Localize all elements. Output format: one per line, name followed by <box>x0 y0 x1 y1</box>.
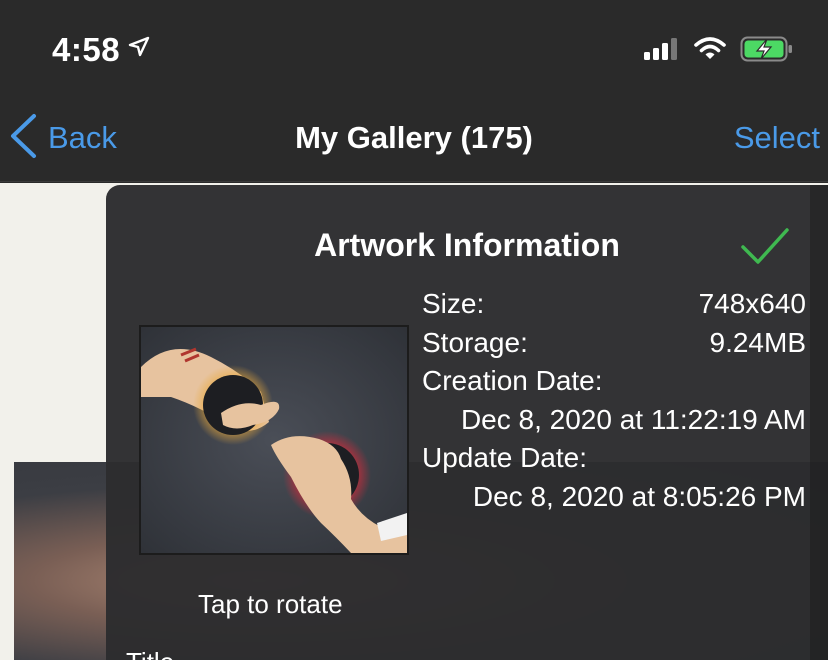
update-date-label: Update Date: <box>422 442 587 473</box>
cellular-signal-icon <box>644 38 680 65</box>
wifi-icon <box>694 37 726 66</box>
title-field-label: Title <box>126 647 174 660</box>
update-date-value: Dec 8, 2020 at 8:05:26 PM <box>472 480 806 512</box>
artwork-info-panel: Artwork Information Size: 748x640 Storag… <box>106 185 828 660</box>
checkmark-icon[interactable] <box>740 227 790 272</box>
artwork-details: Size: 748x640 Storage: 9.24MB Creation D… <box>422 285 806 516</box>
tap-to-rotate-hint[interactable]: Tap to rotate <box>198 589 343 620</box>
storage-label: Storage: <box>422 326 528 358</box>
select-button[interactable]: Select <box>734 120 820 156</box>
panel-title: Artwork Information <box>314 227 620 263</box>
size-value: 748x640 <box>698 288 806 319</box>
time-text: 4:58 <box>52 31 121 68</box>
battery-charging-icon <box>740 36 794 67</box>
creation-date-value: Dec 8, 2020 at 11:22:19 AM <box>460 403 806 435</box>
status-indicators <box>644 36 794 67</box>
storage-row: Storage: 9.24MB <box>422 324 806 363</box>
page-title: My Gallery (175) <box>295 120 533 155</box>
status-time: 4:58 <box>52 28 150 69</box>
navigation-bar: Back My Gallery (175) Select <box>0 98 828 182</box>
artwork-thumbnail[interactable] <box>139 325 409 555</box>
status-bar: 4:58 <box>0 0 828 98</box>
size-label: Size: <box>422 288 485 319</box>
location-arrow-icon <box>128 28 150 66</box>
size-row: Size: 748x640 <box>422 285 806 324</box>
storage-value: 9.24MB <box>709 326 807 358</box>
creation-date-label: Creation Date: <box>422 365 603 396</box>
